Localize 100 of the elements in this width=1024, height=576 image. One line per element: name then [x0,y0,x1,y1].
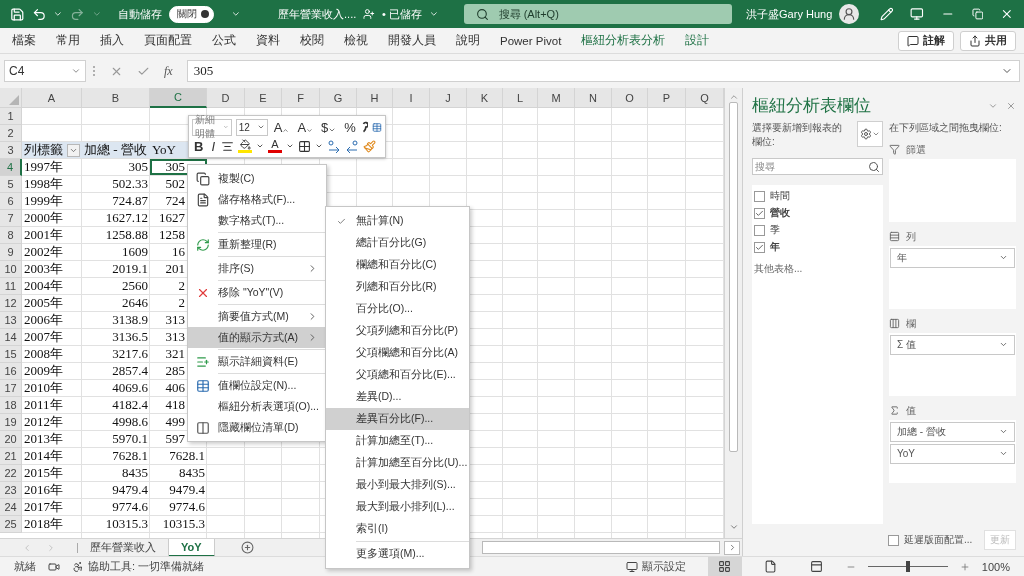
save-status[interactable]: • 已儲存 [381,6,422,22]
row-header[interactable]: 11 [0,278,22,295]
display-settings-link[interactable]: 顯示設定 [641,559,686,574]
save-icon[interactable] [10,6,25,22]
row-header[interactable]: 5 [0,176,22,193]
row-header[interactable]: 7 [0,210,22,227]
insert-function-button[interactable]: fx [164,63,173,79]
row-header[interactable]: 20 [0,431,22,448]
percent-button[interactable]: % [342,120,358,134]
row-header[interactable]: 23 [0,482,22,499]
column-header[interactable]: Q [686,88,724,108]
menu-item[interactable]: 值的顯示方式(A) [188,327,326,348]
accessibility-icon[interactable] [72,560,84,573]
caret-icon[interactable] [286,142,294,150]
scroll-down-icon[interactable] [728,522,739,532]
scroll-right-button[interactable] [724,540,740,555]
increase-decimal-icon[interactable] [327,139,341,153]
ribbon-display-icon[interactable] [910,7,925,21]
menu-item[interactable]: 最大到最小排列(L)... [326,496,469,518]
filter-button[interactable] [67,143,80,157]
align-center-icon[interactable] [221,139,234,153]
shrink-font-button[interactable]: A [295,120,316,134]
row-header[interactable]: 13 [0,312,22,329]
row-header[interactable]: 14 [0,329,22,346]
checkbox[interactable] [754,190,765,202]
row-header[interactable]: 9 [0,244,22,261]
bold-button[interactable]: B [192,139,206,153]
menu-item[interactable]: 樞紐分析表選項(O)... [188,396,326,417]
row-header[interactable]: 22 [0,465,22,482]
table-cell[interactable]: 10315.3 [150,516,207,532]
menu-item[interactable]: 總計百分比(G) [326,232,469,254]
row-header[interactable]: 3 [0,142,22,159]
scroll-up-icon[interactable] [728,92,739,102]
column-header[interactable]: A [22,88,82,108]
ribbon-tab[interactable]: 說明 [446,33,490,48]
font-color-button[interactable]: A [268,139,282,153]
column-header[interactable]: M [538,88,575,108]
redo-icon[interactable] [69,6,85,22]
row-header[interactable]: 16 [0,363,22,380]
share-button[interactable]: 共用 [960,30,1016,51]
menu-item[interactable]: 索引(I) [326,518,469,540]
name-box[interactable]: C4 [4,60,86,82]
macro-record-icon[interactable] [48,560,60,573]
checkbox[interactable] [754,241,765,253]
menu-item[interactable]: 隱藏欄位清單(D) [188,417,326,438]
ribbon-tab[interactable]: 校閱 [290,33,334,48]
close-icon[interactable] [1006,100,1016,111]
ribbon-tab[interactable]: 開發人員 [378,33,446,48]
row-header[interactable]: 1 [0,108,22,125]
menu-item[interactable]: 父項列總和百分比(P) [326,320,469,342]
table-cell[interactable]: 9774.6 [150,499,207,515]
grow-font-button[interactable]: A [271,120,292,134]
sheet-tab[interactable]: YoY [169,538,215,557]
menu-item[interactable]: 差異(D)... [326,386,469,408]
row-header[interactable]: 19 [0,414,22,431]
ribbon-tab[interactable]: 頁面配置 [134,33,202,48]
area-field[interactable]: 加總 - 營收 [890,421,1015,442]
search-field[interactable]: 搜尋 [752,158,883,175]
column-header[interactable]: F [282,88,320,108]
row-header[interactable]: 4 [0,159,22,176]
undo-icon[interactable] [31,6,47,22]
menu-item[interactable]: 最小到最大排列(S)... [326,474,469,496]
area-field[interactable]: Σ 值 [890,334,1015,355]
scrollbar-thumb[interactable] [729,102,738,452]
comment-button[interactable]: 註解 [898,30,954,51]
fill-color-button[interactable] [238,139,252,153]
ribbon-tab[interactable]: 常用 [46,33,90,48]
menu-item[interactable]: 欄總和百分比(C) [326,254,469,276]
format-painter-icon[interactable] [363,139,376,153]
ribbon-tab[interactable]: 樞紐分析表分析 [571,33,676,48]
currency-button[interactable]: $ [319,120,339,134]
settings-button[interactable] [857,121,883,147]
table-icon[interactable] [372,120,382,134]
menu-item[interactable]: 計算加總至(T)... [326,430,469,452]
borders-icon[interactable] [298,139,311,153]
area-field[interactable]: 年 [890,247,1015,268]
column-header[interactable]: J [430,88,467,108]
italic-button[interactable]: I [209,139,217,153]
table-cell[interactable]: 8435 [150,465,207,481]
row-header[interactable]: 15 [0,346,22,363]
menu-item[interactable]: 計算加總至百分比(U)... [326,452,469,474]
row-header[interactable]: 10 [0,261,22,278]
avatar[interactable] [839,4,859,24]
zoom-in-icon[interactable] [959,561,970,572]
column-header[interactable]: B [82,88,150,108]
comma-icon[interactable] [361,120,369,134]
row-header[interactable]: 12 [0,295,22,312]
menu-item[interactable]: 儲存格格式(F)... [188,189,326,210]
ribbon-tab[interactable]: 公式 [202,33,246,48]
table-cell[interactable]: 7628.1 [150,448,207,464]
menu-item[interactable]: 列總和百分比(R) [326,276,469,298]
menu-item[interactable]: 無計算(N) [326,210,469,232]
column-header[interactable]: C [150,88,207,108]
ribbon-tab[interactable]: Power Pivot [490,34,572,47]
ribbon-tab[interactable]: 檢視 [334,33,378,48]
row-header[interactable]: 21 [0,448,22,465]
more-tables-link[interactable]: 其他表格... [754,262,881,276]
add-sheet-icon[interactable] [240,541,254,554]
search-field[interactable]: 搜尋 (Alt+Q) [463,4,733,24]
decrease-decimal-icon[interactable] [345,139,359,153]
